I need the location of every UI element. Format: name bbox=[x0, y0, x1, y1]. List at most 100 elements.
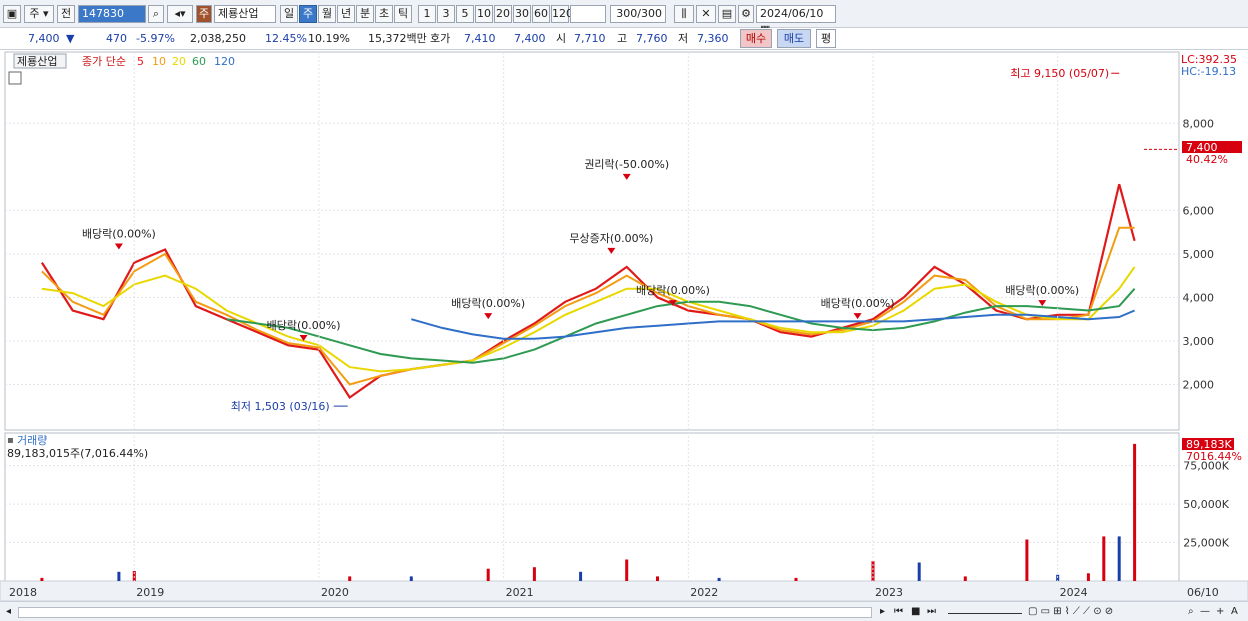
annotation-event: 배당락(0.00%) bbox=[1005, 284, 1079, 297]
prev-button[interactable]: 전 bbox=[57, 5, 75, 23]
count-field[interactable]: 300/300 bbox=[610, 5, 666, 23]
date-field[interactable]: 2024/06/10 ▦ bbox=[756, 5, 836, 36]
count-total: /300 bbox=[637, 7, 662, 20]
scrollbar-track[interactable] bbox=[18, 607, 872, 618]
volume-bar bbox=[486, 568, 490, 581]
save-icon[interactable]: ▤ bbox=[718, 5, 736, 23]
stock-name-field[interactable]: 제룡산업 bbox=[214, 5, 276, 23]
volume-bar bbox=[794, 577, 798, 581]
annotation-event: 배당락(0.00%) bbox=[82, 228, 156, 241]
avg-button[interactable]: 평 bbox=[816, 29, 836, 48]
sell-button[interactable]: 매도 bbox=[777, 29, 811, 48]
zoom-out-icon[interactable]: — bbox=[1200, 605, 1210, 619]
code-input[interactable]: 147830 bbox=[78, 5, 146, 23]
scroll-right-icon[interactable]: ▸ bbox=[880, 605, 885, 619]
period-button-2[interactable]: 월 bbox=[318, 5, 336, 23]
legend-series-label: 종가 단순 bbox=[82, 55, 126, 68]
volume-bar bbox=[579, 571, 583, 581]
blank-select[interactable] bbox=[570, 5, 606, 23]
rate-value: 10.19% bbox=[308, 32, 350, 45]
x-tick-label: 2023 bbox=[875, 586, 903, 599]
market-select[interactable]: 주 ▾ bbox=[24, 5, 54, 23]
annotation-event: 무상증자(0.00%) bbox=[569, 232, 653, 245]
annotation-event: 권리락(-50.00%) bbox=[584, 158, 669, 171]
search-icon[interactable]: ⌕ bbox=[148, 5, 164, 23]
annotation-event: 배당락(0.00%) bbox=[267, 319, 341, 332]
zoom-in-icon[interactable]: + bbox=[1216, 605, 1224, 619]
interval-button-6[interactable]: 60 bbox=[532, 5, 550, 23]
volume-bar bbox=[348, 576, 352, 581]
interval-button-1[interactable]: 3 bbox=[437, 5, 455, 23]
price-tick-label: 3,000 bbox=[1183, 335, 1215, 348]
quote-bar: 7,400 ▼ 470 -5.97% 2,038,250 12.45% 10.1… bbox=[0, 28, 1248, 50]
legend-stock-name: 제룡산업 bbox=[17, 55, 57, 68]
crosshair-icon[interactable]: ✕ bbox=[696, 5, 716, 23]
volume-bar bbox=[963, 576, 967, 581]
buy-button[interactable]: 매수 bbox=[740, 29, 772, 48]
hc-label: HC:-19.13 bbox=[1181, 65, 1236, 78]
speaker-icon[interactable]: ◂▾ bbox=[167, 5, 193, 23]
period-button-5[interactable]: 초 bbox=[375, 5, 393, 23]
annotation-event: 배당락(0.00%) bbox=[451, 297, 525, 310]
interval-button-2[interactable]: 5 bbox=[456, 5, 474, 23]
chart-area[interactable]: 2,000 3,000 4,000 5,000 6,000 8,000 25,000K 50… bbox=[0, 50, 1248, 602]
first-page-icon[interactable]: ⏮ bbox=[894, 605, 903, 619]
volume-value: 89,183,015주(7,016.44%) bbox=[7, 447, 148, 460]
change-percent: -5.97% bbox=[136, 32, 175, 45]
interval-button-3[interactable]: 10 bbox=[475, 5, 493, 23]
open-label: 시 bbox=[556, 32, 567, 45]
period-button-6[interactable]: 틱 bbox=[394, 5, 412, 23]
price-tick-label: 4,000 bbox=[1183, 291, 1215, 304]
legend-ma60: 60 bbox=[192, 55, 206, 68]
toolbar: ▣ 주 ▾ 전 147830 ⌕ ◂▾ 주 제룡산업 일주월년분초틱 1 3 5 10… bbox=[0, 0, 1248, 36]
zoom-icon[interactable]: ⌕ bbox=[1188, 605, 1194, 619]
period-button-0[interactable]: 일 bbox=[280, 5, 298, 23]
volume-bar bbox=[717, 577, 721, 581]
x-tick-label: 2018 bbox=[9, 586, 37, 599]
legend-ma20: 20 bbox=[172, 55, 186, 68]
trade-amount: 15,372백만 bbox=[368, 32, 427, 45]
ask-price: 7,410 bbox=[464, 32, 496, 45]
volume-bar bbox=[1025, 539, 1029, 581]
grid-toggle-icon[interactable] bbox=[8, 71, 22, 85]
scroll-left-icon[interactable]: ◂ bbox=[6, 605, 11, 619]
current-price: 7,400 bbox=[28, 32, 60, 45]
count-value: 300 bbox=[616, 7, 638, 20]
x-tick-label: 2020 bbox=[321, 586, 349, 599]
window-icon[interactable]: ▣ bbox=[3, 5, 21, 23]
interval-button-5[interactable]: 30 bbox=[513, 5, 531, 23]
price-pct: 40.42% bbox=[1186, 153, 1228, 166]
period-button-4[interactable]: 분 bbox=[356, 5, 374, 23]
interval-button-4[interactable]: 20 bbox=[494, 5, 512, 23]
volume-panel-frame bbox=[4, 432, 1180, 582]
market-badge: 주 bbox=[196, 5, 212, 23]
bottom-nav: ◂ ▸ ⏮ ■ ⏭ ▢ ▭ ⊞ ⌇ ⟋ ⟋ ⊙ ⊘ ⌕ — + A bbox=[0, 601, 1248, 621]
high-label: 고 bbox=[617, 32, 628, 45]
open-price: 7,710 bbox=[574, 32, 606, 45]
price-tick-label: 8,000 bbox=[1183, 117, 1215, 130]
gear-icon[interactable]: ⚙ bbox=[738, 5, 754, 23]
tool-icons[interactable]: ▢ ▭ ⊞ ⌇ ⟋ ⟋ ⊙ ⊘ bbox=[1028, 605, 1113, 619]
period-button-1[interactable]: 주 bbox=[299, 5, 317, 23]
x-tick-label: 2021 bbox=[506, 586, 534, 599]
chart-svg[interactable]: 2,0003,0004,0005,0006,0008,000 25,000K50… bbox=[0, 50, 1248, 602]
stop-icon[interactable]: ■ bbox=[911, 605, 920, 619]
interval-button-0[interactable]: 1 bbox=[418, 5, 436, 23]
last-page-icon[interactable]: ⏭ bbox=[927, 605, 936, 619]
annotation-event: 배당락(0.00%) bbox=[636, 284, 710, 297]
volume-bar bbox=[409, 576, 413, 581]
interval-button-7[interactable]: 120 bbox=[551, 5, 573, 23]
candle-icon[interactable]: ⫼ bbox=[674, 5, 694, 23]
volume-bar bbox=[117, 571, 121, 581]
volume-toggle-icon[interactable]: ▪ bbox=[7, 435, 14, 446]
x-tick-label: 2024 bbox=[1060, 586, 1088, 599]
low-price: 7,360 bbox=[697, 32, 729, 45]
volume-title: 거래량 bbox=[17, 434, 47, 447]
zoom-slider[interactable] bbox=[948, 609, 1022, 614]
volume-bar bbox=[1102, 536, 1106, 581]
date-value: 2024/06/10 bbox=[760, 7, 824, 20]
volume-bar bbox=[532, 567, 536, 581]
period-button-3[interactable]: 년 bbox=[337, 5, 355, 23]
x-tick-label: 2019 bbox=[136, 586, 164, 599]
font-size-icon[interactable]: A bbox=[1231, 605, 1238, 619]
